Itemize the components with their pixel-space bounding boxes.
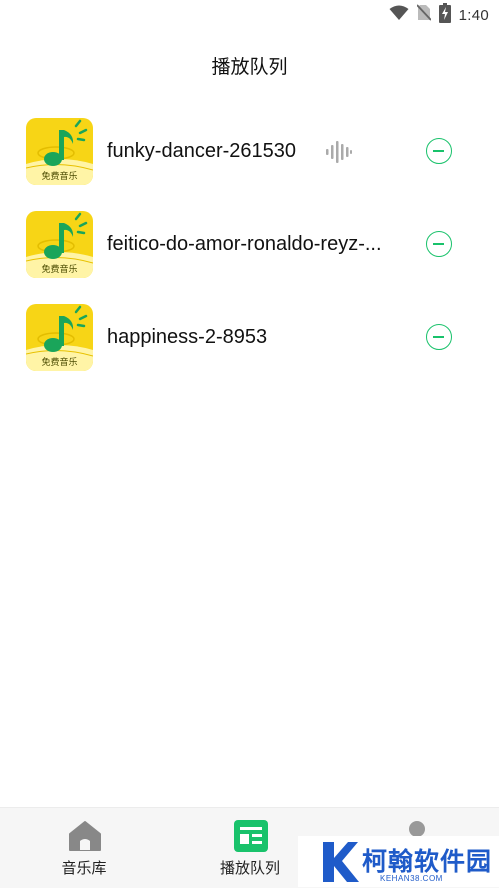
- queue-item[interactable]: 免费音乐 happiness-2-8953: [0, 304, 499, 397]
- nav-item-music-library[interactable]: 音乐库: [24, 808, 144, 888]
- status-bar: 1:40: [0, 0, 499, 30]
- track-title: feitico-do-amor-ronaldo-reyz-...: [107, 233, 382, 255]
- battery-charging-icon: [438, 2, 451, 28]
- no-sim-icon: [415, 4, 432, 26]
- track-title: funky-dancer-261530: [107, 140, 297, 162]
- watermark-logo-icon: [320, 840, 360, 889]
- nav-label: 播放队列: [219, 860, 280, 877]
- remove-button[interactable]: [426, 138, 452, 164]
- watermark-text: 柯翰软件园: [362, 847, 493, 876]
- remove-button[interactable]: [426, 324, 452, 350]
- queue-item[interactable]: 免费音乐 funky-dancer-261530: [0, 118, 499, 211]
- queue-item[interactable]: 免费音乐 feitico-do-amor-ronaldo-reyz-...: [0, 211, 499, 304]
- queue-icon: [234, 820, 268, 857]
- album-cover: 免费音乐: [26, 118, 93, 185]
- nav-item-play-queue[interactable]: 播放队列: [190, 808, 310, 888]
- home-icon: [68, 820, 102, 857]
- nav-label: 音乐库: [61, 860, 107, 877]
- album-cover: 免费音乐: [26, 304, 93, 371]
- cover-label: 免费音乐: [41, 358, 78, 368]
- cover-label: 免费音乐: [41, 172, 78, 182]
- queue-list: 免费音乐 funky-dancer-261530 免费音乐 feitico-do…: [0, 118, 499, 397]
- watermark: 柯翰软件园 KEHAN38.COM: [298, 836, 499, 887]
- album-cover: 免费音乐: [26, 211, 93, 278]
- cover-label: 免费音乐: [41, 265, 78, 275]
- watermark-sub: KEHAN38.COM: [380, 874, 443, 883]
- sound-wave-icon: [325, 140, 353, 169]
- page-title: 播放队列: [211, 57, 288, 78]
- track-title: happiness-2-8953: [107, 326, 268, 348]
- status-icons: 1:40: [389, 2, 489, 28]
- remove-button[interactable]: [426, 231, 452, 257]
- wifi-icon: [389, 5, 409, 26]
- status-time: 1:40: [458, 6, 489, 24]
